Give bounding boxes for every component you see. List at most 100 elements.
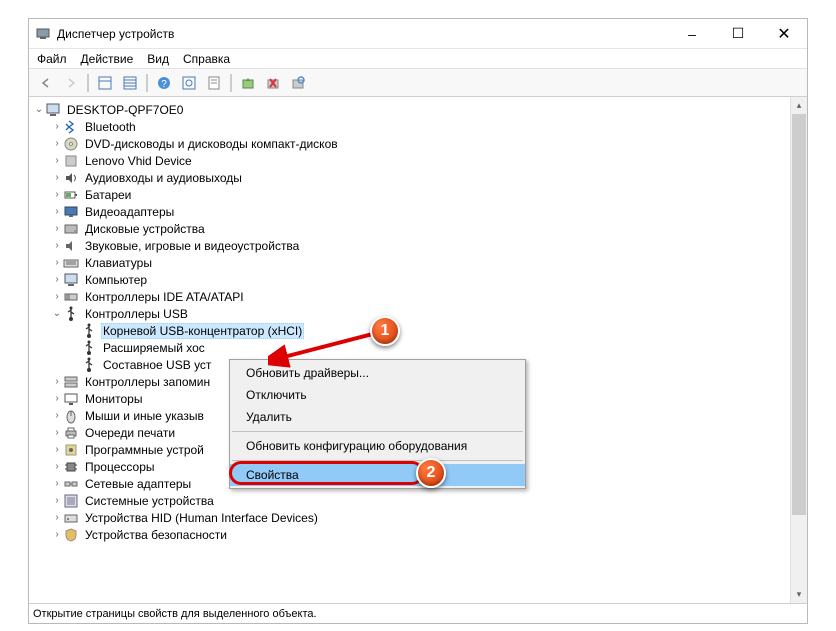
forward-button[interactable]: [60, 72, 82, 94]
back-button[interactable]: [35, 72, 57, 94]
tree-item-label: Составное USB уст: [101, 357, 213, 373]
scroll-thumb[interactable]: [792, 114, 806, 515]
expand-toggle[interactable]: ›: [51, 529, 63, 540]
list-button[interactable]: [119, 72, 141, 94]
expand-toggle[interactable]: ⌄: [33, 104, 45, 115]
update-driver-button[interactable]: [237, 72, 259, 94]
tree-item-label: Клавиатуры: [83, 255, 154, 271]
expand-toggle[interactable]: ›: [51, 478, 63, 489]
expand-toggle[interactable]: ›: [51, 393, 63, 404]
menu-help[interactable]: Справка: [183, 52, 230, 66]
tree-root[interactable]: ⌄ DESKTOP-QPF7OE0: [29, 101, 807, 118]
tree-device[interactable]: Корневой USB-концентратор (xHCI): [29, 322, 807, 339]
tree-category[interactable]: › DVD-дисководы и дисководы компакт-диско…: [29, 135, 807, 152]
printer-icon: [63, 425, 79, 441]
expand-toggle[interactable]: ›: [51, 206, 63, 217]
tree-item-label: Дисковые устройства: [83, 221, 207, 237]
context-menu-item[interactable]: Обновить драйверы...: [230, 362, 525, 384]
tree-category[interactable]: › Дисковые устройства: [29, 220, 807, 237]
storage-icon: [63, 374, 79, 390]
bluetooth-icon: [63, 119, 79, 135]
tree-category[interactable]: ›Bluetooth: [29, 118, 807, 135]
expand-toggle[interactable]: ›: [51, 427, 63, 438]
close-button[interactable]: ✕: [761, 19, 807, 49]
computer-icon: [45, 102, 61, 118]
expand-toggle[interactable]: ›: [51, 461, 63, 472]
tree-category[interactable]: ⌄Контроллеры USB: [29, 305, 807, 322]
tree-item-label: DVD-дисководы и дисководы компакт-дисков: [83, 136, 340, 152]
menu-file[interactable]: Файл: [37, 52, 67, 66]
expand-toggle[interactable]: ›: [51, 223, 63, 234]
menu-view[interactable]: Вид: [147, 52, 169, 66]
tree-item-label: DESKTOP-QPF7OE0: [65, 102, 185, 118]
scroll-up-button[interactable]: ▴: [791, 97, 807, 114]
tree-category[interactable]: ›Устройства HID (Human Interface Devices…: [29, 509, 807, 526]
software-icon: [63, 442, 79, 458]
device-manager-window: Диспетчер устройств – ☐ ✕ Файл Действие …: [28, 18, 808, 624]
expand-toggle[interactable]: ›: [51, 189, 63, 200]
expand-toggle[interactable]: ›: [51, 155, 63, 166]
context-menu-item[interactable]: Отключить: [230, 384, 525, 406]
tree-category[interactable]: ›Компьютер: [29, 271, 807, 288]
tree-item-label: Процессоры: [83, 459, 157, 475]
maximize-button[interactable]: ☐: [715, 19, 761, 49]
tree-category[interactable]: › Системные устройства: [29, 492, 807, 509]
help-button[interactable]: ?: [153, 72, 175, 94]
tree-item-label: Системные устройства: [83, 493, 216, 509]
properties-button[interactable]: [203, 72, 225, 94]
ide-icon: [63, 289, 79, 305]
usb-icon: [81, 357, 97, 373]
expand-toggle[interactable]: ›: [51, 121, 63, 132]
expand-toggle[interactable]: ›: [51, 376, 63, 387]
titlebar: Диспетчер устройств – ☐ ✕: [29, 19, 807, 49]
monitor-icon: [63, 391, 79, 407]
scroll-down-button[interactable]: ▾: [791, 586, 807, 603]
tree-item-label: Lenovo Vhid Device: [83, 153, 194, 169]
scan-hardware-button[interactable]: [287, 72, 309, 94]
tree-category[interactable]: ›Аудиовходы и аудиовыходы: [29, 169, 807, 186]
tree-category[interactable]: ›Видеоадаптеры: [29, 203, 807, 220]
tree-category[interactable]: › Клавиатуры: [29, 254, 807, 271]
window-title: Диспетчер устройств: [57, 27, 669, 41]
details-button[interactable]: [94, 72, 116, 94]
expand-toggle[interactable]: ›: [51, 410, 63, 421]
tree-category[interactable]: ›Батареи: [29, 186, 807, 203]
expand-toggle[interactable]: ›: [51, 138, 63, 149]
tree-category[interactable]: › Устройства безопасности: [29, 526, 807, 543]
expand-toggle[interactable]: ›: [51, 257, 63, 268]
mouse-icon: [63, 408, 79, 424]
expand-toggle[interactable]: ›: [51, 240, 63, 251]
network-icon: [63, 476, 79, 492]
expand-toggle[interactable]: ›: [51, 172, 63, 183]
menu-separator: [232, 460, 523, 461]
svg-text:?: ?: [161, 79, 167, 90]
context-menu-item[interactable]: Удалить: [230, 406, 525, 428]
minimize-button[interactable]: –: [669, 19, 715, 49]
sound-icon: [63, 238, 79, 254]
device-tree[interactable]: ⌄DESKTOP-QPF7OE0›Bluetooth›DVD-дисководы…: [29, 97, 807, 603]
tree-item-label: Устройства безопасности: [83, 527, 229, 543]
expand-toggle[interactable]: ›: [51, 274, 63, 285]
tree-item-label: Контроллеры IDE ATA/ATAPI: [83, 289, 246, 305]
expand-toggle[interactable]: ⌄: [51, 308, 63, 319]
toolbar: ?: [29, 69, 807, 97]
expand-toggle[interactable]: ›: [51, 291, 63, 302]
menu-action[interactable]: Действие: [81, 52, 134, 66]
tree-category[interactable]: › Lenovo Vhid Device: [29, 152, 807, 169]
expand-toggle[interactable]: ›: [51, 495, 63, 506]
battery-icon: [63, 187, 79, 203]
usb-icon: [81, 323, 97, 339]
uninstall-button[interactable]: [262, 72, 284, 94]
refresh-button[interactable]: [178, 72, 200, 94]
tree-category[interactable]: › Контроллеры IDE ATA/ATAPI: [29, 288, 807, 305]
tree-category[interactable]: ›Звуковые, игровые и видеоустройства: [29, 237, 807, 254]
menubar: Файл Действие Вид Справка: [29, 49, 807, 69]
expand-toggle[interactable]: ›: [51, 444, 63, 455]
scrollbar[interactable]: ▴ ▾: [790, 97, 807, 603]
context-menu-item[interactable]: Обновить конфигурацию оборудования: [230, 435, 525, 457]
tree-device[interactable]: Расширяемый хос: [29, 339, 807, 356]
audio-icon: [63, 170, 79, 186]
device-icon: [63, 153, 79, 169]
expand-toggle[interactable]: ›: [51, 512, 63, 523]
context-menu-item[interactable]: Свойства: [230, 464, 525, 486]
